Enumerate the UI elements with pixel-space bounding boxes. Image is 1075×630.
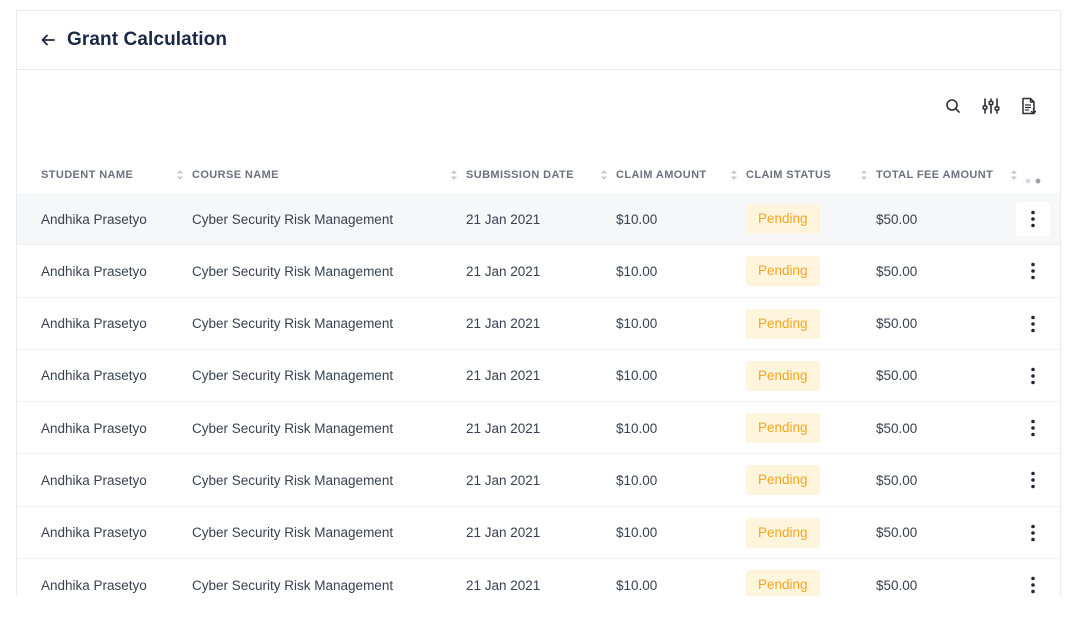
cell-student-name: Andhika Prasetyo bbox=[41, 316, 147, 332]
cell-submission-date: 21 Jan 2021 bbox=[466, 211, 541, 227]
status-badge: Pending bbox=[746, 204, 820, 234]
cell-claim-status: Pending bbox=[746, 507, 820, 559]
cell-claim-amount: $10.00 bbox=[616, 525, 658, 541]
cell-claim-status: Pending bbox=[746, 559, 820, 596]
more-vertical-icon[interactable] bbox=[1016, 516, 1050, 550]
cell-claim-amount: $10.00 bbox=[616, 211, 658, 227]
cell-submission-date: 21 Jan 2021 bbox=[466, 525, 541, 541]
column-options-icon[interactable] bbox=[1024, 172, 1044, 184]
table-toolbar bbox=[944, 97, 1038, 115]
export-document-icon[interactable] bbox=[1020, 97, 1038, 115]
cell-claim-amount: $10.00 bbox=[616, 577, 658, 593]
page-header: Grant Calculation bbox=[17, 11, 1060, 70]
cell-student-name: Andhika Prasetyo bbox=[41, 525, 147, 541]
cell-total-fee-amount: $50.00 bbox=[876, 472, 918, 488]
table-body: Andhika Prasetyo Cyber Security Risk Man… bbox=[17, 193, 1060, 596]
table-row[interactable]: Andhika Prasetyo Cyber Security Risk Man… bbox=[17, 559, 1060, 596]
cell-claim-status: Pending bbox=[746, 298, 820, 350]
grant-calculation-card: Grant Calculation STUDENT NAME COURSE NA… bbox=[16, 10, 1061, 596]
more-vertical-icon[interactable] bbox=[1016, 307, 1050, 341]
cell-submission-date: 21 Jan 2021 bbox=[466, 316, 541, 332]
more-vertical-icon[interactable] bbox=[1016, 359, 1050, 393]
cell-claim-status: Pending bbox=[746, 350, 820, 402]
table-row[interactable]: Andhika Prasetyo Cyber Security Risk Man… bbox=[17, 298, 1060, 350]
cell-claim-amount: $10.00 bbox=[616, 420, 658, 436]
cell-submission-date: 21 Jan 2021 bbox=[466, 368, 541, 384]
status-badge: Pending bbox=[746, 413, 820, 444]
cell-course-name: Cyber Security Risk Management bbox=[192, 211, 394, 227]
table-row[interactable]: Andhika Prasetyo Cyber Security Risk Man… bbox=[17, 193, 1060, 246]
cell-claim-status: Pending bbox=[746, 402, 820, 454]
filter-sliders-icon[interactable] bbox=[982, 97, 1000, 115]
cell-submission-date: 21 Jan 2021 bbox=[466, 420, 541, 436]
cell-claim-amount: $10.00 bbox=[616, 472, 658, 488]
table-row[interactable]: Andhika Prasetyo Cyber Security Risk Man… bbox=[17, 402, 1060, 455]
status-badge: Pending bbox=[746, 256, 820, 287]
cell-claim-status: Pending bbox=[746, 193, 820, 245]
cell-submission-date: 21 Jan 2021 bbox=[466, 472, 541, 488]
sort-icon[interactable] bbox=[1010, 168, 1018, 182]
status-badge: Pending bbox=[746, 517, 820, 548]
sort-icon[interactable] bbox=[450, 168, 458, 182]
table-row[interactable]: Andhika Prasetyo Cyber Security Risk Man… bbox=[17, 245, 1060, 298]
search-icon[interactable] bbox=[944, 97, 962, 115]
cell-student-name: Andhika Prasetyo bbox=[41, 368, 147, 384]
status-badge: Pending bbox=[746, 570, 820, 596]
cell-course-name: Cyber Security Risk Management bbox=[192, 263, 394, 279]
cell-student-name: Andhika Prasetyo bbox=[41, 420, 147, 436]
column-header-course-name[interactable]: COURSE NAME bbox=[192, 157, 279, 193]
cell-course-name: Cyber Security Risk Management bbox=[192, 577, 394, 593]
cell-submission-date: 21 Jan 2021 bbox=[466, 577, 541, 593]
column-header-total-fee-amount[interactable]: TOTAL FEE AMOUNT bbox=[876, 157, 993, 193]
cell-student-name: Andhika Prasetyo bbox=[41, 263, 147, 279]
column-header-submission-date[interactable]: SUBMISSION DATE bbox=[466, 157, 574, 193]
sort-icon[interactable] bbox=[176, 168, 184, 182]
sort-icon[interactable] bbox=[730, 168, 738, 182]
sort-icon[interactable] bbox=[600, 168, 608, 182]
cell-claim-status: Pending bbox=[746, 245, 820, 297]
cell-claim-status: Pending bbox=[746, 454, 820, 506]
table-row[interactable]: Andhika Prasetyo Cyber Security Risk Man… bbox=[17, 454, 1060, 507]
cell-course-name: Cyber Security Risk Management bbox=[192, 420, 394, 436]
table-header: STUDENT NAME COURSE NAME SUBMISSION DATE… bbox=[17, 157, 1060, 193]
page-title: Grant Calculation bbox=[67, 29, 228, 50]
cell-claim-amount: $10.00 bbox=[616, 316, 658, 332]
column-header-claim-status[interactable]: CLAIM STATUS bbox=[746, 157, 831, 193]
column-header-student-name[interactable]: STUDENT NAME bbox=[41, 157, 133, 193]
more-vertical-icon[interactable] bbox=[1016, 463, 1050, 497]
cell-total-fee-amount: $50.00 bbox=[876, 316, 918, 332]
cell-total-fee-amount: $50.00 bbox=[876, 577, 918, 593]
cell-student-name: Andhika Prasetyo bbox=[41, 472, 147, 488]
cell-total-fee-amount: $50.00 bbox=[876, 368, 918, 384]
cell-total-fee-amount: $50.00 bbox=[876, 263, 918, 279]
column-header-claim-amount[interactable]: CLAIM AMOUNT bbox=[616, 157, 707, 193]
cell-claim-amount: $10.00 bbox=[616, 368, 658, 384]
cell-course-name: Cyber Security Risk Management bbox=[192, 368, 394, 384]
cell-submission-date: 21 Jan 2021 bbox=[466, 263, 541, 279]
cell-student-name: Andhika Prasetyo bbox=[41, 577, 147, 593]
sort-icon[interactable] bbox=[860, 168, 868, 182]
table-row[interactable]: Andhika Prasetyo Cyber Security Risk Man… bbox=[17, 350, 1060, 403]
cell-claim-amount: $10.00 bbox=[616, 263, 658, 279]
cell-course-name: Cyber Security Risk Management bbox=[192, 525, 394, 541]
more-vertical-icon[interactable] bbox=[1016, 254, 1050, 288]
cell-course-name: Cyber Security Risk Management bbox=[192, 472, 394, 488]
arrow-left-icon[interactable] bbox=[39, 31, 57, 49]
more-vertical-icon[interactable] bbox=[1016, 411, 1050, 445]
cell-total-fee-amount: $50.00 bbox=[876, 420, 918, 436]
more-vertical-icon[interactable] bbox=[1016, 568, 1050, 596]
status-badge: Pending bbox=[746, 465, 820, 496]
cell-total-fee-amount: $50.00 bbox=[876, 211, 918, 227]
cell-total-fee-amount: $50.00 bbox=[876, 525, 918, 541]
status-badge: Pending bbox=[746, 360, 820, 391]
status-badge: Pending bbox=[746, 308, 820, 339]
table-row[interactable]: Andhika Prasetyo Cyber Security Risk Man… bbox=[17, 507, 1060, 560]
cell-course-name: Cyber Security Risk Management bbox=[192, 316, 394, 332]
more-vertical-icon[interactable] bbox=[1016, 202, 1050, 236]
cell-student-name: Andhika Prasetyo bbox=[41, 211, 147, 227]
